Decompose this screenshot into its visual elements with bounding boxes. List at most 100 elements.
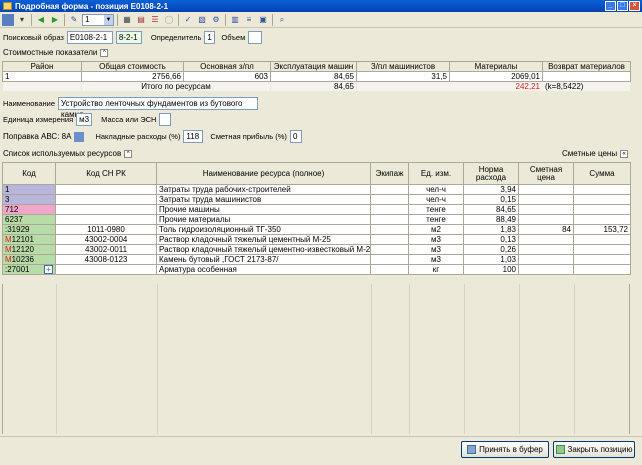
level-combo[interactable]: 1 ▼	[82, 13, 114, 26]
cell-norm: 84,65	[463, 204, 519, 215]
total-row: Итого по ресурсам 84,65 242,21 (k=8,5422…	[2, 81, 631, 92]
back-icon[interactable]: ◀	[35, 14, 47, 26]
database-icon[interactable]: ▥	[229, 14, 241, 26]
settings-icon[interactable]: ⚙	[210, 14, 222, 26]
column-divider	[371, 284, 372, 434]
cell-sn-code	[55, 194, 157, 205]
col-header: Сумма	[573, 162, 631, 185]
search-short-field[interactable]: 8-2-1	[115, 30, 142, 44]
cell-price	[518, 204, 574, 215]
list-icon[interactable]: ☰	[149, 14, 161, 26]
cost-section-title: Стоимостные показатели	[3, 48, 98, 57]
cell-norm: 1,03	[463, 254, 519, 265]
table-row[interactable]: М12120 43002-0011 Раствор кладочный тяжелы…	[2, 244, 631, 255]
cell-sn-code: 43002-0011	[55, 244, 157, 255]
name-field[interactable]: Устройство ленточных фундаментов из буто…	[58, 97, 258, 119]
cell-crew	[370, 254, 409, 265]
col-header: Экипаж	[370, 162, 409, 185]
app-icon	[3, 2, 12, 10]
cell-resource-name: Раствор кладочный тяжелый цементный М-25	[156, 234, 371, 245]
toolbar-separator	[272, 13, 273, 26]
table-row[interactable]: :27001 + Арматура особенная кг 100	[2, 264, 631, 275]
name-row: Наименование Устройство ленточных фундам…	[3, 97, 258, 119]
table-row[interactable]: М10236 43008-0123 Камень бутовый ,ГОСТ 217…	[2, 254, 631, 265]
pencil-icon[interactable]: ✎	[68, 14, 80, 26]
name-label: Наименование	[3, 99, 55, 108]
minimize-button[interactable]: _	[605, 1, 616, 11]
cell-price	[518, 264, 574, 275]
column-divider	[464, 284, 465, 434]
cell-district: 1	[2, 71, 82, 82]
window-titlebar: Подробная форма - позиция Е0108-2-1 _ □ …	[0, 0, 642, 12]
close-window-button[interactable]: ×	[629, 1, 640, 11]
search-code-field[interactable]: Е0108-2-1	[66, 30, 113, 44]
resources-section-header: Список используемых ресурсов ^	[3, 149, 133, 158]
cell-price	[518, 194, 574, 205]
close-position-button[interactable]: Закрыть позицию	[553, 441, 635, 458]
table-row[interactable]: 712 Прочие машины тенге 84,65	[2, 204, 631, 215]
volume-field[interactable]	[248, 30, 263, 44]
determinant-field[interactable]: 1	[204, 30, 216, 44]
collapse-icon[interactable]: ^	[124, 149, 133, 158]
disabled-icon: ◯	[164, 15, 174, 24]
table-row[interactable]: М12101 43002-0004 Раствор кладочный тяжелы…	[2, 234, 631, 245]
toolbar-separator	[31, 13, 32, 26]
cell-sn-code	[55, 184, 157, 195]
cell-unit: тенге	[408, 214, 464, 225]
col-header: Район	[2, 61, 82, 72]
col-header: Код	[2, 162, 56, 185]
cell-norm: 100	[463, 264, 519, 275]
cell-unit: м3	[408, 234, 464, 245]
dropdown-arrow-icon[interactable]: ▾	[16, 14, 28, 26]
maximize-button[interactable]: □	[617, 1, 628, 11]
profit-field[interactable]: 0	[289, 130, 302, 143]
forward-icon[interactable]: ▶	[49, 14, 61, 26]
cell-code: М12120	[2, 244, 56, 255]
table-row[interactable]: 6237 Прочие материалы тенге 88,49	[2, 214, 631, 225]
cell-crew	[370, 224, 409, 235]
table-row[interactable]: :31929 1011-0980 Толь гидроизоляционный ТГ…	[2, 224, 631, 235]
cell-price	[518, 234, 574, 245]
overhead-field[interactable]: 118	[183, 130, 204, 143]
calculator-icon[interactable]: ▧	[196, 14, 208, 26]
cell-materials: 2069,01	[449, 71, 543, 82]
cell-return	[542, 71, 631, 82]
chevron-left-icon[interactable]: «	[620, 149, 629, 158]
table-row[interactable]: 3 Затраты труда машинистов чел-ч 0,15	[2, 194, 631, 205]
cell-crew	[370, 214, 409, 225]
search-row: Поисковый образ Е0108-2-1 8-2-1 Определи…	[3, 30, 263, 44]
cell-sum	[573, 194, 631, 205]
units-field[interactable]: м3	[76, 113, 93, 126]
report-icon[interactable]: ▣	[257, 14, 269, 26]
table-icon[interactable]: ▦	[121, 14, 133, 26]
total-return: 242,21	[356, 81, 543, 92]
cell-code: 1	[2, 184, 56, 195]
cell-machines: 84,65	[270, 71, 357, 82]
determinant-label: Определитель	[150, 32, 202, 42]
abc-edit-icon[interactable]	[74, 131, 85, 142]
mass-field[interactable]	[159, 113, 172, 126]
search-icon[interactable]: ⌕	[276, 14, 288, 26]
column-divider	[56, 284, 57, 434]
accept-buffer-button[interactable]: Принять в буфер	[461, 441, 549, 458]
cell-code: М10236	[2, 254, 56, 265]
units-label: Единица измерения	[3, 115, 74, 124]
cell-sum	[573, 244, 631, 255]
check-icon[interactable]: ✓	[182, 14, 194, 26]
table-row[interactable]: 1 2756,66 603 84,65 31,5 2069,01	[2, 71, 631, 82]
cell-norm: 0,15	[463, 194, 519, 205]
cell-code: 712	[2, 204, 56, 215]
col-header: З/пл машинистов	[356, 61, 450, 72]
stack-icon[interactable]: ≡	[243, 14, 255, 26]
save-icon[interactable]	[2, 13, 14, 26]
toolbar-separator	[178, 13, 179, 26]
cell-code: 3	[2, 194, 56, 205]
table-row[interactable]: 1 Затраты труда рабочих-строителей чел-ч 3,…	[2, 184, 631, 195]
expand-plus-icon[interactable]: +	[44, 265, 53, 274]
cell-norm: 88,49	[463, 214, 519, 225]
cell-sn-code	[55, 264, 157, 275]
cell-sn-code: 43002-0004	[55, 234, 157, 245]
collapse-icon[interactable]: ^	[100, 48, 109, 57]
cell-unit: чел-ч	[408, 184, 464, 195]
grid-icon[interactable]: ▤	[135, 14, 147, 26]
